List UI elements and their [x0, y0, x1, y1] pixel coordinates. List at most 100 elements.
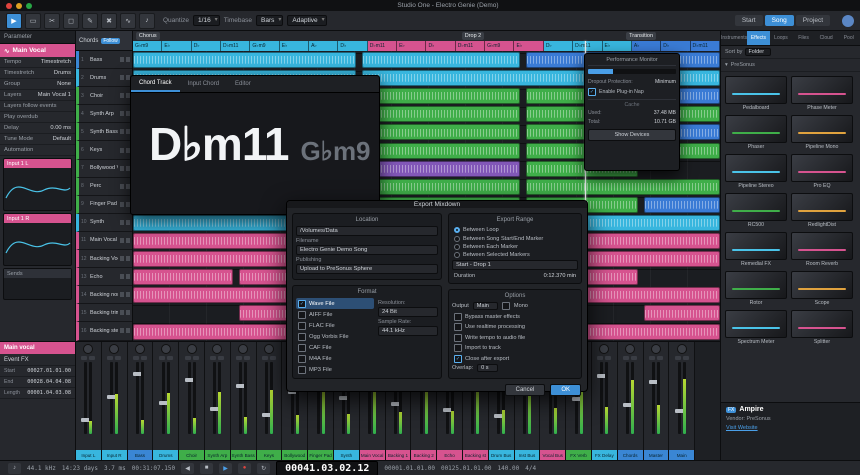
visit-website-link[interactable]: Visit Website — [726, 425, 855, 431]
arrow-tool[interactable]: ▶ — [6, 12, 22, 29]
range-option[interactable]: Between Each Marker — [452, 243, 578, 251]
time-signature[interactable]: 4/4 — [525, 465, 536, 472]
overlap-input[interactable]: 0 s — [477, 363, 498, 372]
plugin-item[interactable]: Splitter — [791, 310, 853, 345]
pan-knob[interactable] — [134, 344, 145, 354]
bend-tool[interactable]: ∿ — [120, 12, 136, 29]
plugin-item[interactable]: Pro EQ — [791, 154, 853, 189]
mixer-channel[interactable]: Keys — [256, 342, 283, 460]
audio-clip[interactable] — [361, 88, 521, 105]
input-channel-strip[interactable]: Input 1 R — [3, 213, 72, 266]
tempo-display[interactable]: 140.00 — [498, 465, 520, 472]
output-select[interactable]: Main — [472, 301, 498, 310]
inspector-row[interactable]: Timestretch Drums — [0, 68, 75, 79]
chord-tab[interactable]: Input Chord — [180, 76, 227, 92]
pan-knob[interactable] — [650, 344, 661, 354]
chord-tab[interactable]: Chord Track — [131, 76, 180, 92]
audio-clip[interactable] — [361, 124, 521, 141]
mute-solo-buttons[interactable] — [674, 356, 689, 360]
export-option[interactable]: ✓ Close after export — [452, 353, 578, 363]
chord-cell[interactable]: D♭m11 — [455, 41, 486, 51]
main-time-display[interactable]: 00041.03.02.12 — [276, 460, 379, 475]
browser-tab-files[interactable]: Files — [792, 31, 815, 45]
browser-tab-pool[interactable]: Pool — [837, 31, 860, 45]
chord-cell[interactable]: G♭m9 — [250, 41, 280, 51]
mute-solo-buttons[interactable] — [236, 356, 251, 360]
nav-song-button[interactable]: Song — [764, 15, 794, 26]
format-option[interactable]: M4A File — [296, 353, 374, 364]
chord-cell[interactable]: A♭ — [631, 41, 662, 51]
audio-clip[interactable] — [133, 52, 357, 68]
mute-solo-buttons[interactable] — [210, 356, 225, 360]
user-avatar[interactable] — [842, 14, 854, 27]
inspector-row[interactable]: Automation — [0, 145, 75, 156]
chord-cell[interactable]: E♭ — [514, 41, 544, 51]
chord-cell[interactable]: D♭m11 — [367, 41, 398, 51]
audio-clip[interactable] — [643, 305, 720, 322]
plugin-item[interactable]: Phaser — [725, 115, 787, 150]
format-option[interactable]: FLAC File — [296, 320, 374, 331]
inspector-row[interactable]: Layers follow events — [0, 101, 75, 112]
paint-tool[interactable]: ✎ — [82, 12, 98, 29]
track-header[interactable]: 2 Drums — [76, 69, 132, 88]
plugin-item[interactable]: Phase Meter — [791, 76, 853, 111]
pan-knob[interactable] — [238, 344, 249, 354]
mixer-channel[interactable]: Drums — [153, 342, 180, 460]
export-path-select[interactable]: /Volumes/Data — [296, 226, 438, 236]
inspector-row[interactable]: Tempo Timestretch — [0, 57, 75, 68]
track-header[interactable]: 11 Main Vocal — [76, 231, 132, 251]
volume-fader[interactable] — [210, 362, 220, 434]
mute-solo-buttons[interactable] — [120, 111, 130, 117]
track-header[interactable]: 10 Synth — [76, 213, 132, 232]
ok-button[interactable]: OK — [550, 384, 581, 396]
nav-project-button[interactable]: Project — [795, 15, 830, 26]
export-option[interactable]: Use realtime processing — [452, 322, 578, 332]
format-option[interactable]: ✓ Wave File — [296, 298, 374, 309]
inspector-row[interactable]: Delay 0.00 ms — [0, 123, 75, 134]
chord-cell[interactable]: E♭ — [397, 41, 427, 51]
mixer-channel[interactable]: Chords — [617, 342, 644, 460]
format-option[interactable]: Ogg Vorbis File — [296, 331, 374, 342]
track-header[interactable]: 16 Backing stereo — [76, 322, 132, 341]
mixer-channel[interactable]: Input L — [76, 342, 102, 460]
volume-fader[interactable] — [623, 362, 633, 434]
chord-cell[interactable]: A♭ — [309, 41, 339, 51]
metronome-button[interactable]: ♪ — [8, 462, 21, 474]
range-option[interactable]: Between Selected Markers — [452, 251, 578, 259]
samplerate-select[interactable]: 44.1 kHz — [378, 326, 438, 336]
chord-cell[interactable]: D♭m11 — [690, 41, 720, 51]
event-fx-row[interactable]: Length 00001.04.03.08 — [0, 388, 75, 399]
mixer-channel[interactable]: Input R — [101, 342, 128, 460]
listen-tool[interactable]: ♪ — [139, 12, 155, 29]
mute-solo-buttons[interactable] — [261, 356, 276, 360]
plugin-item[interactable]: RC500 — [725, 193, 787, 228]
plugin-item[interactable]: Scope — [791, 271, 853, 306]
track-header[interactable]: 3 Choir — [76, 87, 132, 106]
resolution-select[interactable]: 24 Bit — [378, 307, 438, 317]
track-header[interactable]: 8 Perc — [76, 177, 132, 196]
mixer-channel[interactable]: Synth Bass — [230, 342, 257, 460]
export-option[interactable]: Write tempo to audio file — [452, 333, 578, 343]
mute-solo-buttons[interactable] — [120, 57, 130, 63]
track-header[interactable]: 14 Backing normal — [76, 286, 132, 305]
mute-solo-buttons[interactable] — [120, 183, 130, 189]
chord-cell[interactable]: E♭ — [602, 41, 632, 51]
sort-select[interactable]: Folder — [745, 48, 772, 56]
chord-cell[interactable]: D♭ — [338, 41, 368, 51]
mute-solo-buttons[interactable] — [120, 201, 130, 207]
marker-flag[interactable]: Transition — [626, 32, 657, 40]
publishing-select[interactable]: Upload to PreSonus Sphere — [296, 264, 438, 274]
inspector-row[interactable]: Tune Mode Default — [0, 134, 75, 145]
track-header[interactable]: 12 Backing Vocal — [76, 250, 132, 269]
browser-tab-loops[interactable]: Loops — [770, 31, 793, 45]
track-header[interactable]: 4 Synth Arp — [76, 105, 132, 124]
mute-solo-buttons[interactable] — [597, 356, 612, 360]
volume-fader[interactable] — [674, 362, 684, 434]
audio-clip[interactable] — [361, 178, 521, 195]
browser-tab-cloud[interactable]: Cloud — [815, 31, 838, 45]
pan-knob[interactable] — [109, 344, 120, 354]
audio-clip[interactable] — [361, 106, 521, 123]
volume-fader[interactable] — [648, 362, 658, 434]
chord-cell[interactable]: D♭ — [191, 41, 222, 51]
loop-end[interactable]: 00125.01.01.00 — [441, 465, 492, 472]
